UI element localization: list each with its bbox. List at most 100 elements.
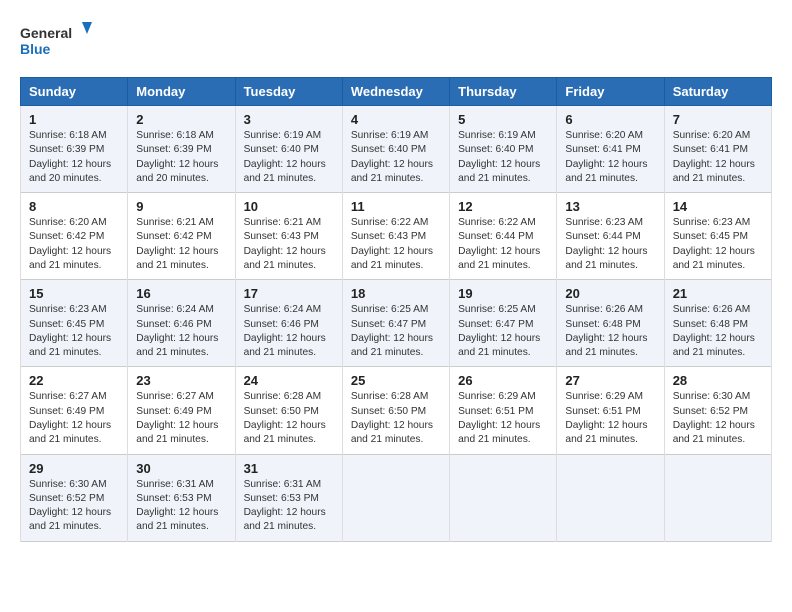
day-number: 31 [244,461,334,476]
day-number: 27 [565,373,655,388]
calendar-cell [664,454,771,541]
cell-info: Sunrise: 6:24 AMSunset: 6:46 PMDaylight:… [136,303,226,360]
calendar-cell: 7 Sunrise: 6:20 AMSunset: 6:41 PMDaylight… [664,106,771,193]
cell-info: Sunrise: 6:24 AMSunset: 6:46 PMDaylight:… [244,303,334,360]
cell-info: Sunrise: 6:25 AMSunset: 6:47 PMDaylight:… [351,303,441,360]
calendar-cell: 8Sunrise: 6:20 AMSunset: 6:42 PMDaylight… [21,193,128,280]
calendar-cell [342,454,449,541]
cell-info: Sunrise: 6:19 AMSunset: 6:40 PMDaylight:… [244,129,334,186]
day-number: 28 [673,373,763,388]
cell-info: Sunrise: 6:21 AMSunset: 6:43 PMDaylight:… [244,216,334,273]
day-number: 6 [565,112,655,127]
calendar-cell: 28 Sunrise: 6:30 AMSunset: 6:52 PMDayligh… [664,367,771,454]
day-number: 2 [136,112,226,127]
day-number: 19 [458,286,548,301]
day-number: 14 [673,199,763,214]
calendar-cell: 17 Sunrise: 6:24 AMSunset: 6:46 PMDayligh… [235,280,342,367]
calendar-cell: 4 Sunrise: 6:19 AMSunset: 6:40 PMDaylight… [342,106,449,193]
header-wednesday: Wednesday [342,78,449,106]
cell-info: Sunrise: 6:25 AMSunset: 6:47 PMDaylight:… [458,303,548,360]
day-number: 4 [351,112,441,127]
cell-info: Sunrise: 6:26 AMSunset: 6:48 PMDaylight:… [673,303,763,360]
cell-info: Sunrise: 6:20 AMSunset: 6:41 PMDaylight:… [673,129,763,186]
day-number: 21 [673,286,763,301]
day-number: 11 [351,199,441,214]
calendar-week-row: 15 Sunrise: 6:23 AMSunset: 6:45 PMDayligh… [21,280,772,367]
calendar-cell: 19 Sunrise: 6:25 AMSunset: 6:47 PMDayligh… [450,280,557,367]
cell-info: Sunrise: 6:23 AMSunset: 6:45 PMDaylight:… [29,303,119,360]
header-saturday: Saturday [664,78,771,106]
day-number: 3 [244,112,334,127]
calendar-cell: 11 Sunrise: 6:22 AMSunset: 6:43 PMDayligh… [342,193,449,280]
logo: General Blue [20,20,100,65]
calendar-cell: 30 Sunrise: 6:31 AMSunset: 6:53 PMDayligh… [128,454,235,541]
calendar-week-row: 22 Sunrise: 6:27 AMSunset: 6:49 PMDayligh… [21,367,772,454]
calendar-cell: 6 Sunrise: 6:20 AMSunset: 6:41 PMDaylight… [557,106,664,193]
cell-info: Sunrise: 6:28 AMSunset: 6:50 PMDaylight:… [351,390,441,447]
calendar-cell: 23Sunrise: 6:27 AMSunset: 6:49 PMDayligh… [128,367,235,454]
cell-info: Sunrise: 6:30 AMSunset: 6:52 PMDaylight:… [673,390,763,447]
day-number: 30 [136,461,226,476]
page-header: General Blue [20,20,772,65]
calendar-cell: 1 Sunrise: 6:18 AMSunset: 6:39 PMDaylight… [21,106,128,193]
calendar-cell [557,454,664,541]
cell-info: Sunrise: 6:31 AMSunset: 6:53 PMDaylight:… [244,478,334,535]
calendar-cell: 20Sunrise: 6:26 AMSunset: 6:48 PMDayligh… [557,280,664,367]
cell-info: Sunrise: 6:22 AMSunset: 6:43 PMDaylight:… [351,216,441,273]
cell-info: Sunrise: 6:26 AMSunset: 6:48 PMDaylight:… [565,303,655,360]
cell-info: Sunrise: 6:30 AMSunset: 6:52 PMDaylight:… [29,478,119,535]
calendar-cell: 10 Sunrise: 6:21 AMSunset: 6:43 PMDayligh… [235,193,342,280]
cell-info: Sunrise: 6:19 AMSunset: 6:40 PMDaylight:… [351,129,441,186]
calendar-cell [450,454,557,541]
calendar-cell: 3 Sunrise: 6:19 AMSunset: 6:40 PMDaylight… [235,106,342,193]
day-number: 1 [29,112,119,127]
cell-info: Sunrise: 6:19 AMSunset: 6:40 PMDaylight:… [458,129,548,186]
cell-info: Sunrise: 6:27 AMSunset: 6:49 PMDaylight:… [136,390,226,447]
calendar-week-row: 29Sunrise: 6:30 AMSunset: 6:52 PMDayligh… [21,454,772,541]
header-tuesday: Tuesday [235,78,342,106]
day-number: 22 [29,373,119,388]
day-number: 18 [351,286,441,301]
calendar-cell: 15 Sunrise: 6:23 AMSunset: 6:45 PMDayligh… [21,280,128,367]
calendar-table: SundayMondayTuesdayWednesdayThursdayFrid… [20,77,772,542]
calendar-cell: 13 Sunrise: 6:23 AMSunset: 6:44 PMDayligh… [557,193,664,280]
cell-info: Sunrise: 6:29 AMSunset: 6:51 PMDaylight:… [565,390,655,447]
calendar-cell: 27 Sunrise: 6:29 AMSunset: 6:51 PMDayligh… [557,367,664,454]
calendar-cell: 9 Sunrise: 6:21 AMSunset: 6:42 PMDaylight… [128,193,235,280]
header-thursday: Thursday [450,78,557,106]
cell-info: Sunrise: 6:23 AMSunset: 6:44 PMDaylight:… [565,216,655,273]
logo-svg: General Blue [20,20,100,65]
day-number: 12 [458,199,548,214]
day-number: 15 [29,286,119,301]
cell-info: Sunrise: 6:23 AMSunset: 6:45 PMDaylight:… [673,216,763,273]
day-number: 5 [458,112,548,127]
calendar-week-row: 1 Sunrise: 6:18 AMSunset: 6:39 PMDaylight… [21,106,772,193]
day-number: 9 [136,199,226,214]
day-number: 17 [244,286,334,301]
cell-info: Sunrise: 6:18 AMSunset: 6:39 PMDaylight:… [29,129,119,186]
calendar-week-row: 8Sunrise: 6:20 AMSunset: 6:42 PMDaylight… [21,193,772,280]
svg-text:General: General [20,25,72,41]
calendar-cell: 31 Sunrise: 6:31 AMSunset: 6:53 PMDayligh… [235,454,342,541]
header-monday: Monday [128,78,235,106]
calendar-cell: 5 Sunrise: 6:19 AMSunset: 6:40 PMDaylight… [450,106,557,193]
header-friday: Friday [557,78,664,106]
day-number: 13 [565,199,655,214]
cell-info: Sunrise: 6:21 AMSunset: 6:42 PMDaylight:… [136,216,226,273]
day-number: 26 [458,373,548,388]
calendar-cell: 2 Sunrise: 6:18 AMSunset: 6:39 PMDaylight… [128,106,235,193]
calendar-cell: 16 Sunrise: 6:24 AMSunset: 6:46 PMDayligh… [128,280,235,367]
day-number: 10 [244,199,334,214]
day-number: 7 [673,112,763,127]
calendar-cell: 14 Sunrise: 6:23 AMSunset: 6:45 PMDayligh… [664,193,771,280]
cell-info: Sunrise: 6:31 AMSunset: 6:53 PMDaylight:… [136,478,226,535]
cell-info: Sunrise: 6:27 AMSunset: 6:49 PMDaylight:… [29,390,119,447]
header-sunday: Sunday [21,78,128,106]
calendar-header-row: SundayMondayTuesdayWednesdayThursdayFrid… [21,78,772,106]
cell-info: Sunrise: 6:29 AMSunset: 6:51 PMDaylight:… [458,390,548,447]
day-number: 16 [136,286,226,301]
day-number: 24 [244,373,334,388]
cell-info: Sunrise: 6:20 AMSunset: 6:41 PMDaylight:… [565,129,655,186]
cell-info: Sunrise: 6:18 AMSunset: 6:39 PMDaylight:… [136,129,226,186]
day-number: 8 [29,199,119,214]
